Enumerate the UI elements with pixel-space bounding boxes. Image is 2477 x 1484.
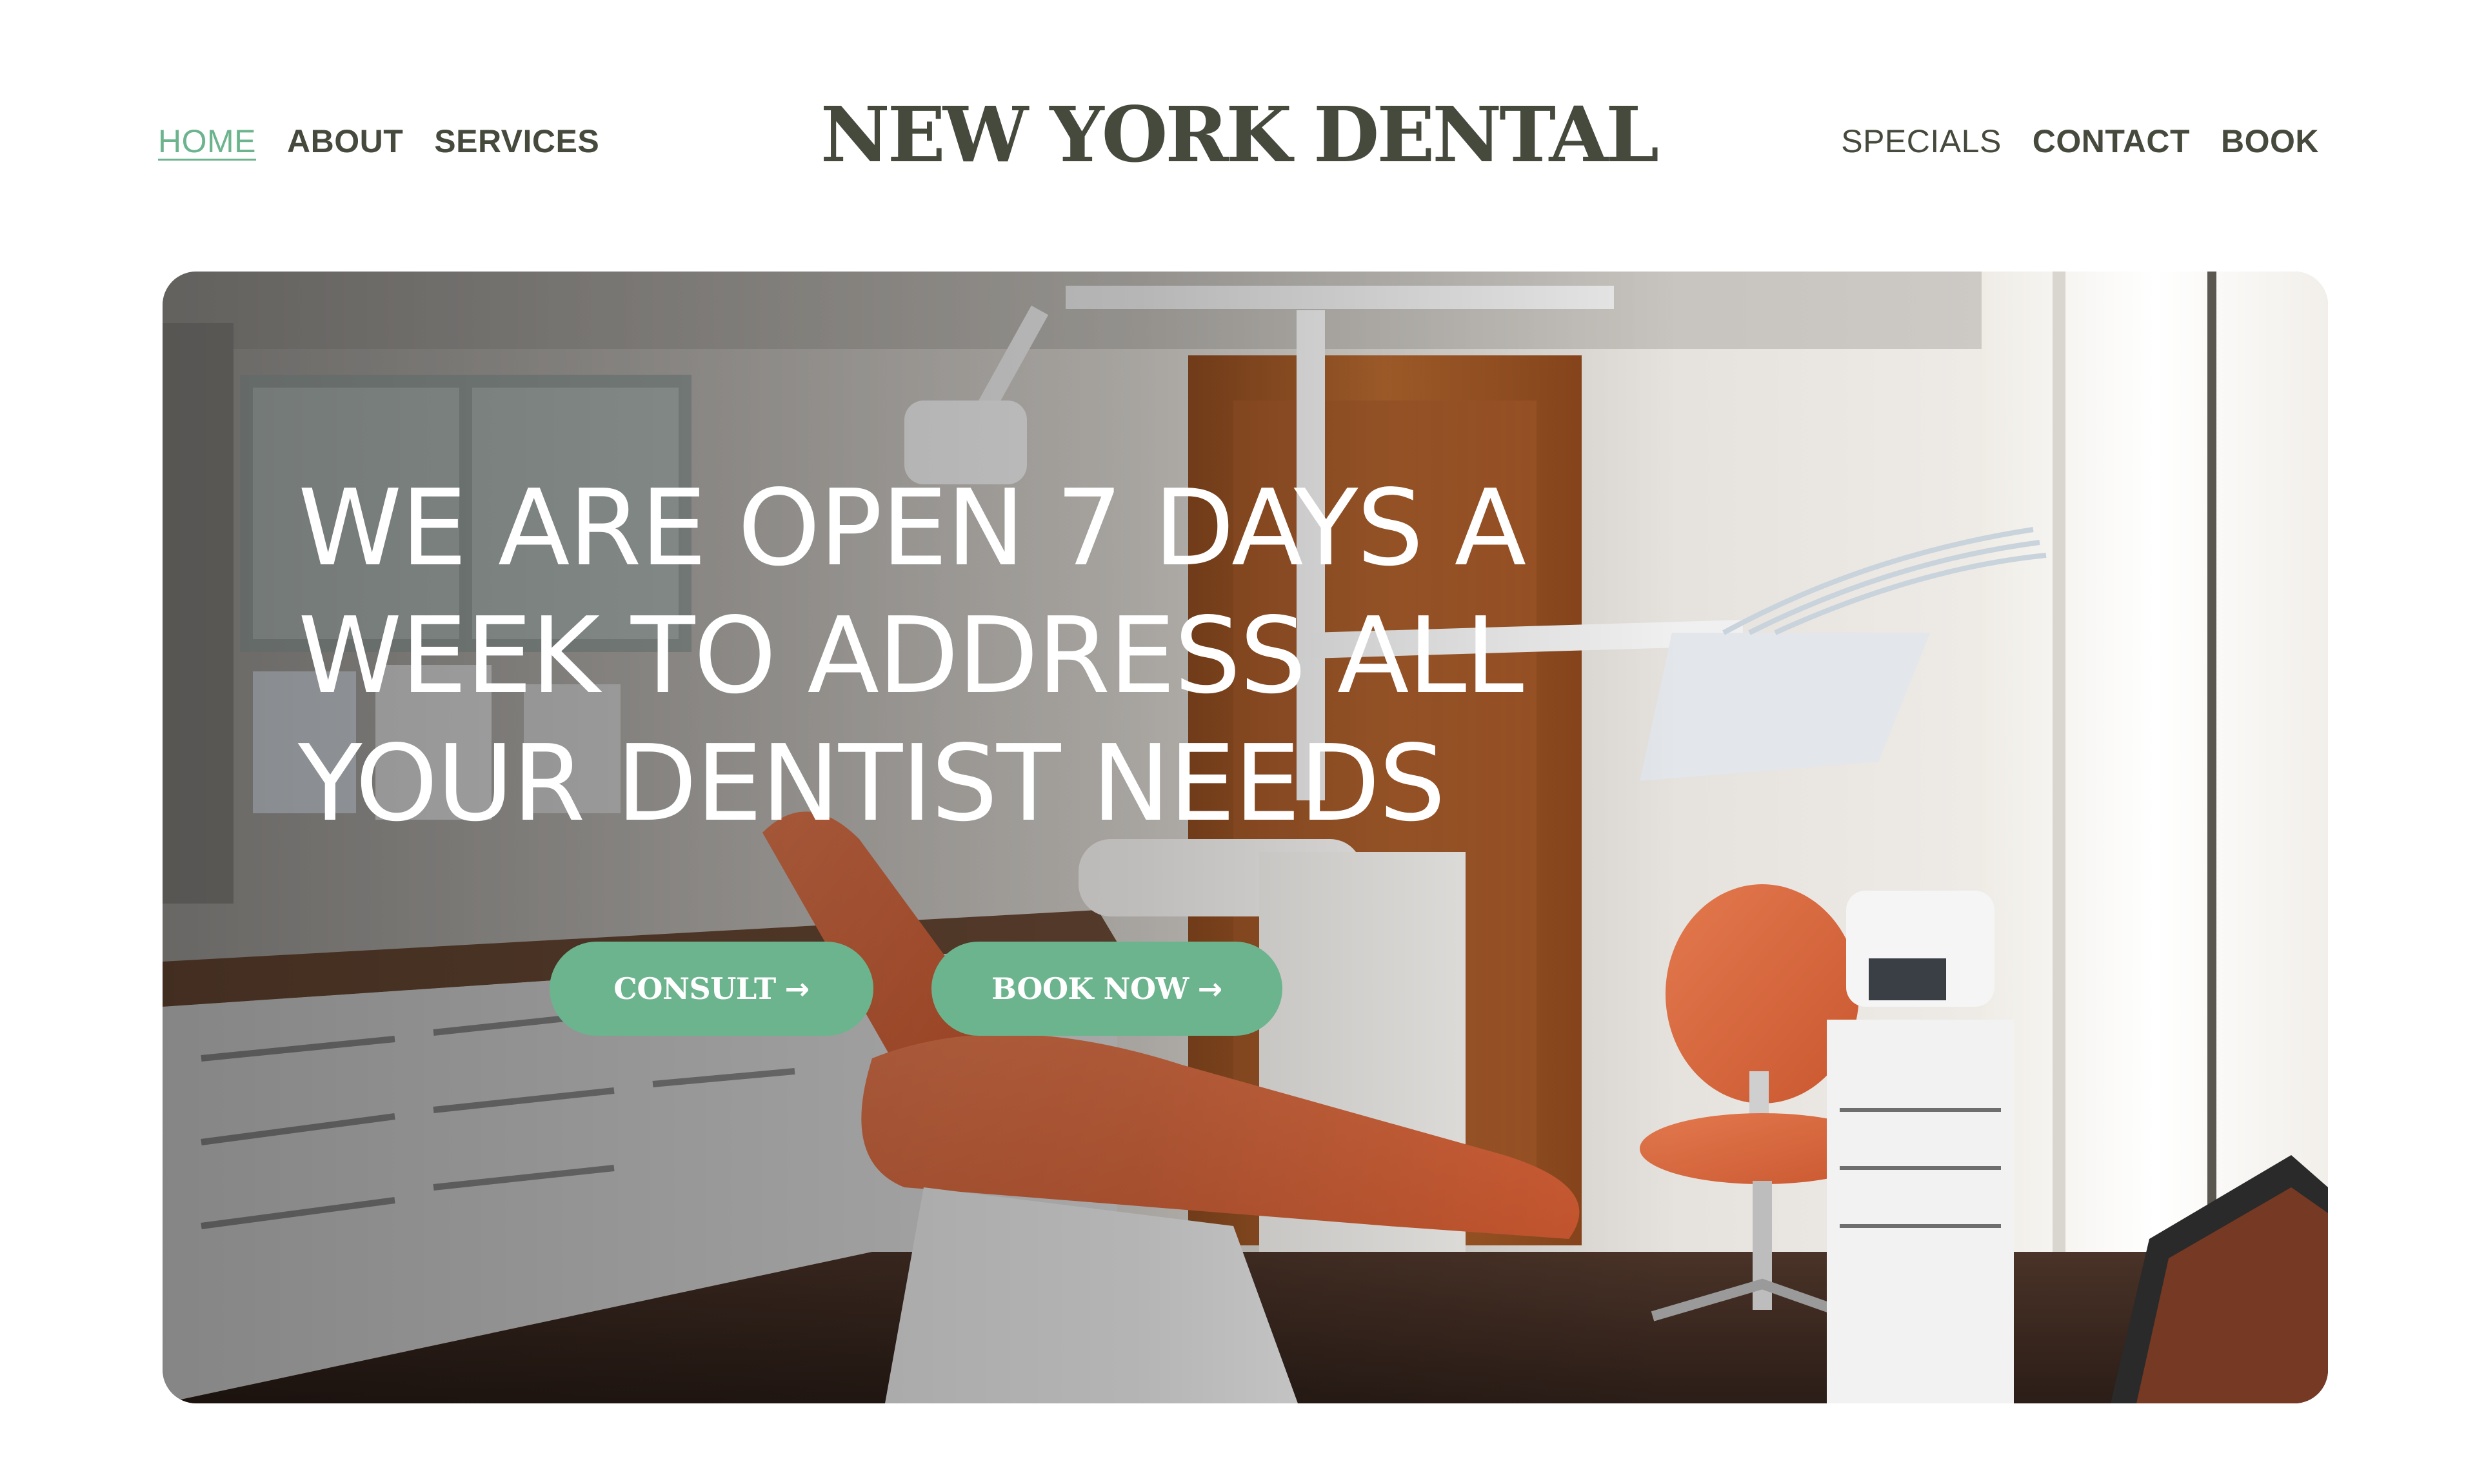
hero-heading-line-2: WEEK TO ADDRESS ALL xyxy=(298,595,1524,717)
nav-link-book[interactable]: BOOK xyxy=(2221,123,2319,160)
hero-heading-line-1: WE ARE OPEN 7 DAYS A xyxy=(298,468,1526,589)
book-now-button-label: BOOK NOW xyxy=(991,971,1189,1006)
consult-button-label: CONSULT xyxy=(613,971,776,1006)
nav-link-about[interactable]: ABOUT xyxy=(287,123,403,160)
arrow-right-icon: → xyxy=(784,971,810,1006)
primary-nav-left: HOME ABOUT SERVICES xyxy=(158,123,599,160)
book-now-button[interactable]: BOOK NOW → xyxy=(931,942,1282,1036)
consult-button[interactable]: CONSULT → xyxy=(550,942,873,1036)
primary-nav-right: SPECIALS CONTACT BOOK xyxy=(1841,123,2319,160)
nav-link-specials[interactable]: SPECIALS xyxy=(1841,123,2002,160)
page: HOME ABOUT SERVICES NEW YORK DENTAL SPEC… xyxy=(0,0,2477,1484)
nav-link-services[interactable]: SERVICES xyxy=(434,123,599,160)
site-logo[interactable]: NEW YORK DENTAL xyxy=(821,97,1659,173)
hero-banner: WE ARE OPEN 7 DAYS A WEEK TO ADDRESS ALL… xyxy=(163,272,2328,1403)
nav-link-contact[interactable]: CONTACT xyxy=(2033,123,2190,160)
hero-heading: WE ARE OPEN 7 DAYS A WEEK TO ADDRESS ALL… xyxy=(298,465,1653,848)
hero-heading-line-3: YOUR DENTIST NEEDS xyxy=(298,723,1446,845)
arrow-right-icon: → xyxy=(1197,971,1223,1006)
nav-link-home[interactable]: HOME xyxy=(158,123,256,160)
